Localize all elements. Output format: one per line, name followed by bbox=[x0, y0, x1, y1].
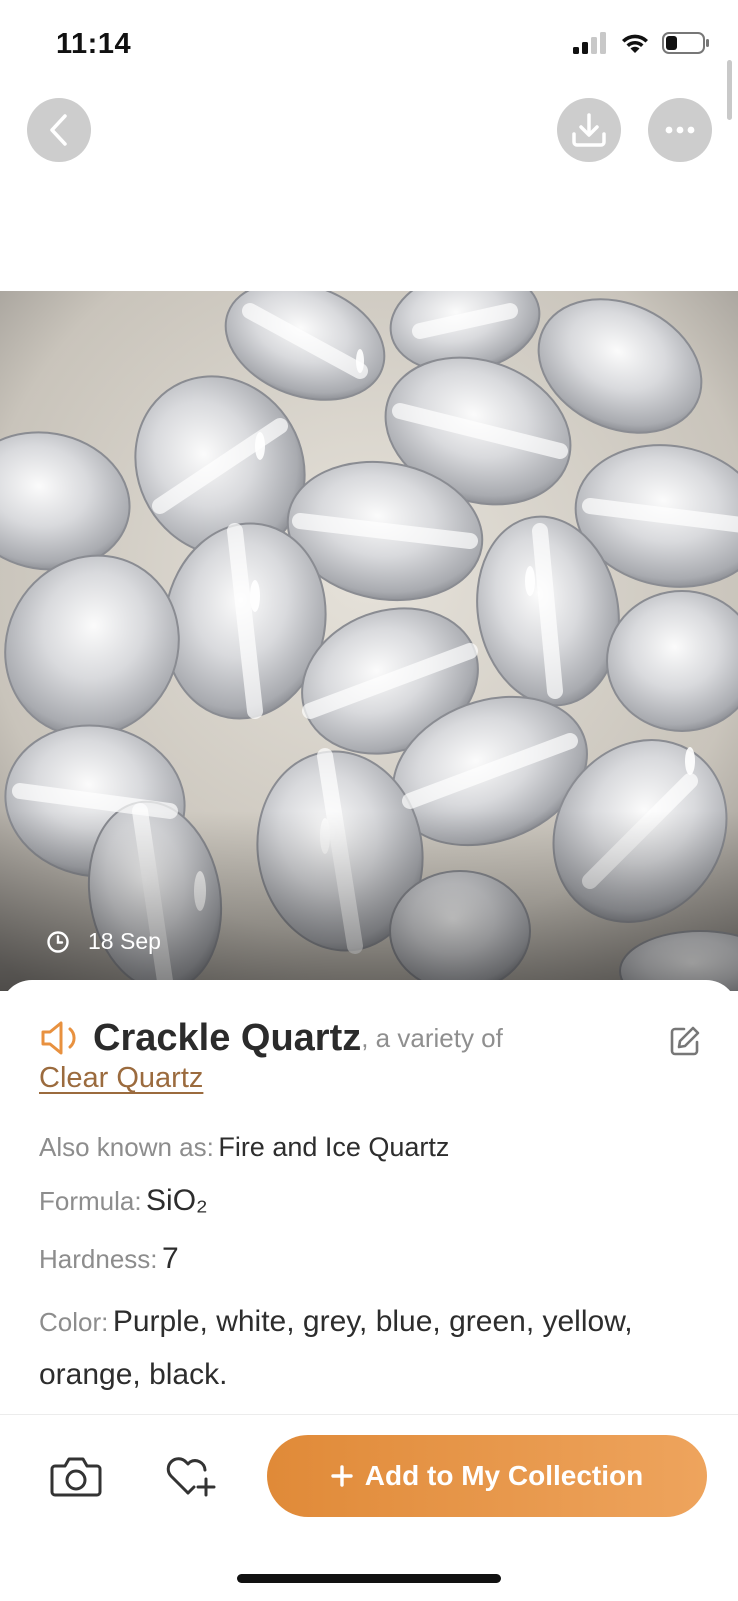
formula-label: Formula: bbox=[39, 1186, 142, 1216]
wishlist-button[interactable] bbox=[163, 1448, 219, 1504]
parent-stone-link[interactable]: Clear Quartz bbox=[39, 1062, 203, 1095]
heart-plus-icon bbox=[166, 1457, 216, 1497]
back-button[interactable] bbox=[27, 98, 91, 162]
plus-icon bbox=[331, 1465, 353, 1487]
color-value: Purple, white, grey, blue, green, yellow… bbox=[39, 1305, 633, 1391]
signal-icon bbox=[573, 32, 606, 54]
download-button[interactable] bbox=[557, 98, 621, 162]
add-to-collection-button[interactable]: Add to My Collection bbox=[267, 1435, 707, 1517]
hardness-label: Hardness: bbox=[39, 1244, 158, 1274]
formula-row: Formula: SiO₂ bbox=[39, 1184, 699, 1218]
edit-icon[interactable] bbox=[668, 1024, 702, 1058]
status-icons bbox=[572, 32, 710, 54]
photo-date: 18 Sep bbox=[46, 928, 161, 955]
status-bar: 11:14 bbox=[0, 0, 738, 90]
stone-title-row: Crackle Quartz, a variety of bbox=[39, 1016, 619, 1060]
hardness-row: Hardness: 7 bbox=[39, 1242, 699, 1276]
stone-name: Crackle Quartz bbox=[93, 1017, 362, 1059]
wifi-icon bbox=[622, 34, 648, 53]
scroll-indicator[interactable] bbox=[727, 60, 732, 120]
add-to-collection-label: Add to My Collection bbox=[364, 1460, 644, 1491]
hardness-value: 7 bbox=[161, 1242, 179, 1275]
download-icon bbox=[572, 113, 606, 147]
camera-button[interactable] bbox=[48, 1448, 104, 1504]
speaker-icon[interactable] bbox=[39, 1020, 83, 1056]
more-horizontal-icon bbox=[665, 126, 695, 134]
battery-icon bbox=[662, 32, 709, 54]
more-button[interactable] bbox=[648, 98, 712, 162]
variety-text: , a variety of bbox=[361, 1023, 503, 1053]
crystal-beads-image bbox=[0, 291, 738, 991]
aka-label: Also known as: bbox=[39, 1132, 214, 1162]
aka-value: Fire and Ice Quartz bbox=[218, 1132, 450, 1162]
status-time: 11:14 bbox=[56, 28, 132, 60]
photo-date-text: 18 Sep bbox=[88, 928, 161, 954]
aka-row: Also known as: Fire and Ice Quartz bbox=[39, 1132, 699, 1163]
formula-value: SiO₂ bbox=[146, 1184, 208, 1217]
stone-photo[interactable] bbox=[0, 291, 738, 991]
chevron-left-icon bbox=[50, 114, 67, 146]
clock-icon bbox=[47, 930, 69, 953]
camera-icon bbox=[50, 1457, 102, 1497]
color-row: Color: Purple, white, grey, blue, green,… bbox=[39, 1298, 699, 1404]
color-label: Color: bbox=[39, 1307, 109, 1337]
home-indicator[interactable] bbox=[237, 1574, 501, 1583]
